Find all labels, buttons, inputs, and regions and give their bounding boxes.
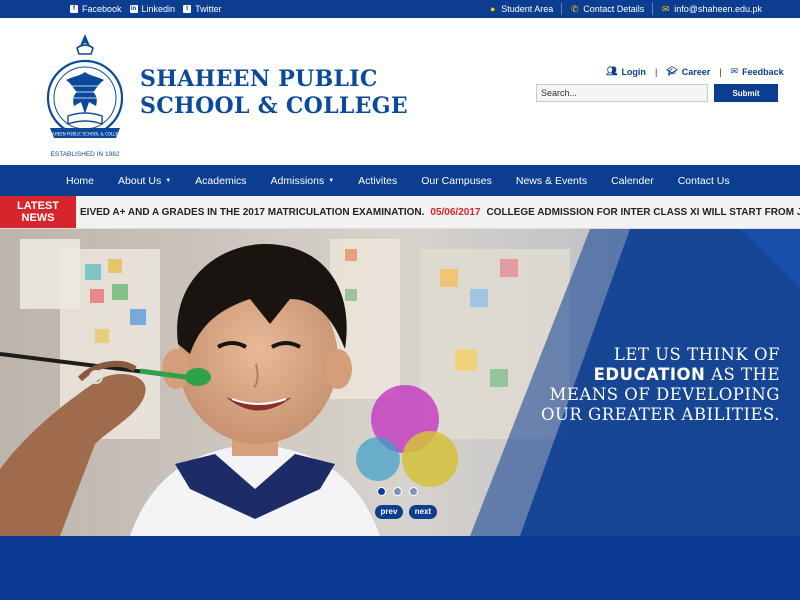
divider: | xyxy=(654,66,658,77)
login-label: Login xyxy=(621,66,646,77)
email-link[interactable]: ✉ info@shaheen.edu.pk xyxy=(661,4,762,14)
top-bar: f Facebook in Linkedin t Twitter ● Stude… xyxy=(0,0,800,18)
nav-label: Home xyxy=(66,174,95,187)
latest-news-badge: LATEST NEWS xyxy=(0,196,76,228)
twitter-label: Twitter xyxy=(195,4,222,14)
career-link[interactable]: 🎓︎ Career xyxy=(666,66,710,77)
nav-item-about-us[interactable]: About Us ▼ xyxy=(118,175,171,187)
caret-down-icon: ▼ xyxy=(328,177,335,184)
nav-item-calender[interactable]: Calender xyxy=(611,175,654,187)
main-nav: Home About Us ▼ Academics Admissions ▼ Act… xyxy=(0,165,800,196)
nav-label: Calender xyxy=(611,174,654,187)
next-button[interactable]: next xyxy=(409,505,437,519)
prev-button[interactable]: prev xyxy=(375,505,403,519)
users-icon: 👥︎ xyxy=(606,66,618,76)
tagline-line4: OUR GREATER ABILITIES. xyxy=(540,405,780,424)
tagline-rest: AS THE xyxy=(705,365,780,384)
school-name-line2: SCHOOL & COLLEGE xyxy=(140,93,408,119)
nav-label: About Us xyxy=(118,174,162,187)
tagline-line3: MEANS OF DEVELOPING xyxy=(549,385,780,404)
content-area xyxy=(0,536,800,600)
facebook-link[interactable]: f Facebook xyxy=(70,4,122,14)
nav-label: Contact Us xyxy=(677,174,730,187)
nav-label: Academics xyxy=(195,174,247,187)
linkedin-link[interactable]: in Linkedin xyxy=(129,4,176,14)
facebook-icon: f xyxy=(70,5,78,13)
divider xyxy=(652,3,654,15)
envelope-icon: ✉ xyxy=(730,66,739,76)
twitter-icon: t xyxy=(183,5,192,13)
slider-dots xyxy=(377,487,418,496)
school-logo[interactable]: SHAHEEN PUBLIC SCHOOL & COLLEGE ESTABLIS… xyxy=(44,32,126,162)
contact-details-label: Contact Details xyxy=(583,4,645,14)
nav-item-contact-us[interactable]: Contact Us xyxy=(678,175,730,187)
twitter-link[interactable]: t Twitter xyxy=(183,4,222,14)
established-text: ESTABLISHED IN 1982 xyxy=(51,151,120,158)
site-header: SHAHEEN PUBLIC SCHOOL & COLLEGE ESTABLIS… xyxy=(0,18,800,165)
caret-down-icon: ▼ xyxy=(165,177,172,184)
nav-item-news-events[interactable]: News & Events xyxy=(516,175,587,187)
email-label: info@shaheen.edu.pk xyxy=(674,4,762,14)
graduation-cap-icon: 🎓︎ xyxy=(666,66,678,76)
ticker-date: 05/06/2017 xyxy=(430,207,481,218)
feedback-label: Feedback xyxy=(742,66,784,77)
divider: | xyxy=(719,66,722,77)
career-label: Career xyxy=(681,66,711,77)
feedback-link[interactable]: ✉ Feedback xyxy=(731,66,784,77)
login-link[interactable]: 👥︎ Login xyxy=(606,66,646,77)
tagline-line1: LET US THINK OF xyxy=(613,345,780,364)
ticker-text[interactable]: COLLEGE ADMISSION FOR INTER CLASS XI WIL… xyxy=(486,207,800,218)
news-ticker: LATEST NEWS EIVED A+ AND A GRADES IN THE… xyxy=(0,196,800,229)
user-icon: ● xyxy=(490,3,496,14)
badge-line2: NEWS xyxy=(21,212,55,224)
slider-dot[interactable] xyxy=(409,487,418,496)
nav-label: Our Campuses xyxy=(421,174,492,187)
student-area-link[interactable]: ● Student Area xyxy=(488,4,553,14)
divider xyxy=(561,3,563,15)
tagline-line2: EDUCATION AS THE xyxy=(541,365,780,385)
nav-label: News & Events xyxy=(515,174,588,187)
ticker-text[interactable]: EIVED A+ AND A GRADES IN THE 2017 MATRIC… xyxy=(80,207,424,218)
nav-item-activities[interactable]: Activites xyxy=(358,175,397,187)
slider-dot[interactable] xyxy=(393,487,402,496)
hero-slider: LET US THINK OF EDUCATION AS THE MEANS O… xyxy=(0,229,800,536)
submit-button[interactable]: Submit xyxy=(714,84,778,102)
phone-icon: ✆ xyxy=(570,3,579,14)
search-input[interactable] xyxy=(536,84,708,102)
nav-item-admissions[interactable]: Admissions ▼ xyxy=(271,175,335,187)
nav-label: Admissions xyxy=(270,174,325,187)
linkedin-label: Linkedin xyxy=(141,4,176,14)
logo-ring-text: SHAHEEN PUBLIC SCHOOL & COLLEGE xyxy=(46,132,124,137)
nav-label: Activites xyxy=(358,174,398,187)
facebook-label: Facebook xyxy=(82,4,122,14)
social-links: f Facebook in Linkedin t Twitter xyxy=(70,0,222,18)
contact-details-link[interactable]: ✆ Contact Details xyxy=(570,4,644,14)
badge-line1: LATEST xyxy=(17,200,59,212)
ticker-track: EIVED A+ AND A GRADES IN THE 2017 MATRIC… xyxy=(76,196,800,228)
envelope-icon: ✉ xyxy=(662,3,670,14)
nav-item-academics[interactable]: Academics xyxy=(195,175,246,187)
student-area-label: Student Area xyxy=(501,4,554,14)
school-name[interactable]: SHAHEEN PUBLIC SCHOOL & COLLEGE xyxy=(140,66,408,120)
tagline-bold: EDUCATION xyxy=(593,365,706,384)
linkedin-icon: in xyxy=(129,5,138,13)
slider-dot[interactable] xyxy=(377,487,386,496)
hero-tagline: LET US THINK OF EDUCATION AS THE MEANS O… xyxy=(541,345,780,425)
nav-item-home[interactable]: Home xyxy=(66,175,94,187)
school-name-line1: SHAHEEN PUBLIC xyxy=(140,66,378,92)
nav-item-our-campuses[interactable]: Our Campuses xyxy=(421,175,492,187)
top-contact-links: ● Student Area ✆ Contact Details ✉ info@… xyxy=(488,0,762,18)
utility-links: 👥︎ Login | 🎓︎ Career | ✉ Feedback xyxy=(606,66,784,77)
